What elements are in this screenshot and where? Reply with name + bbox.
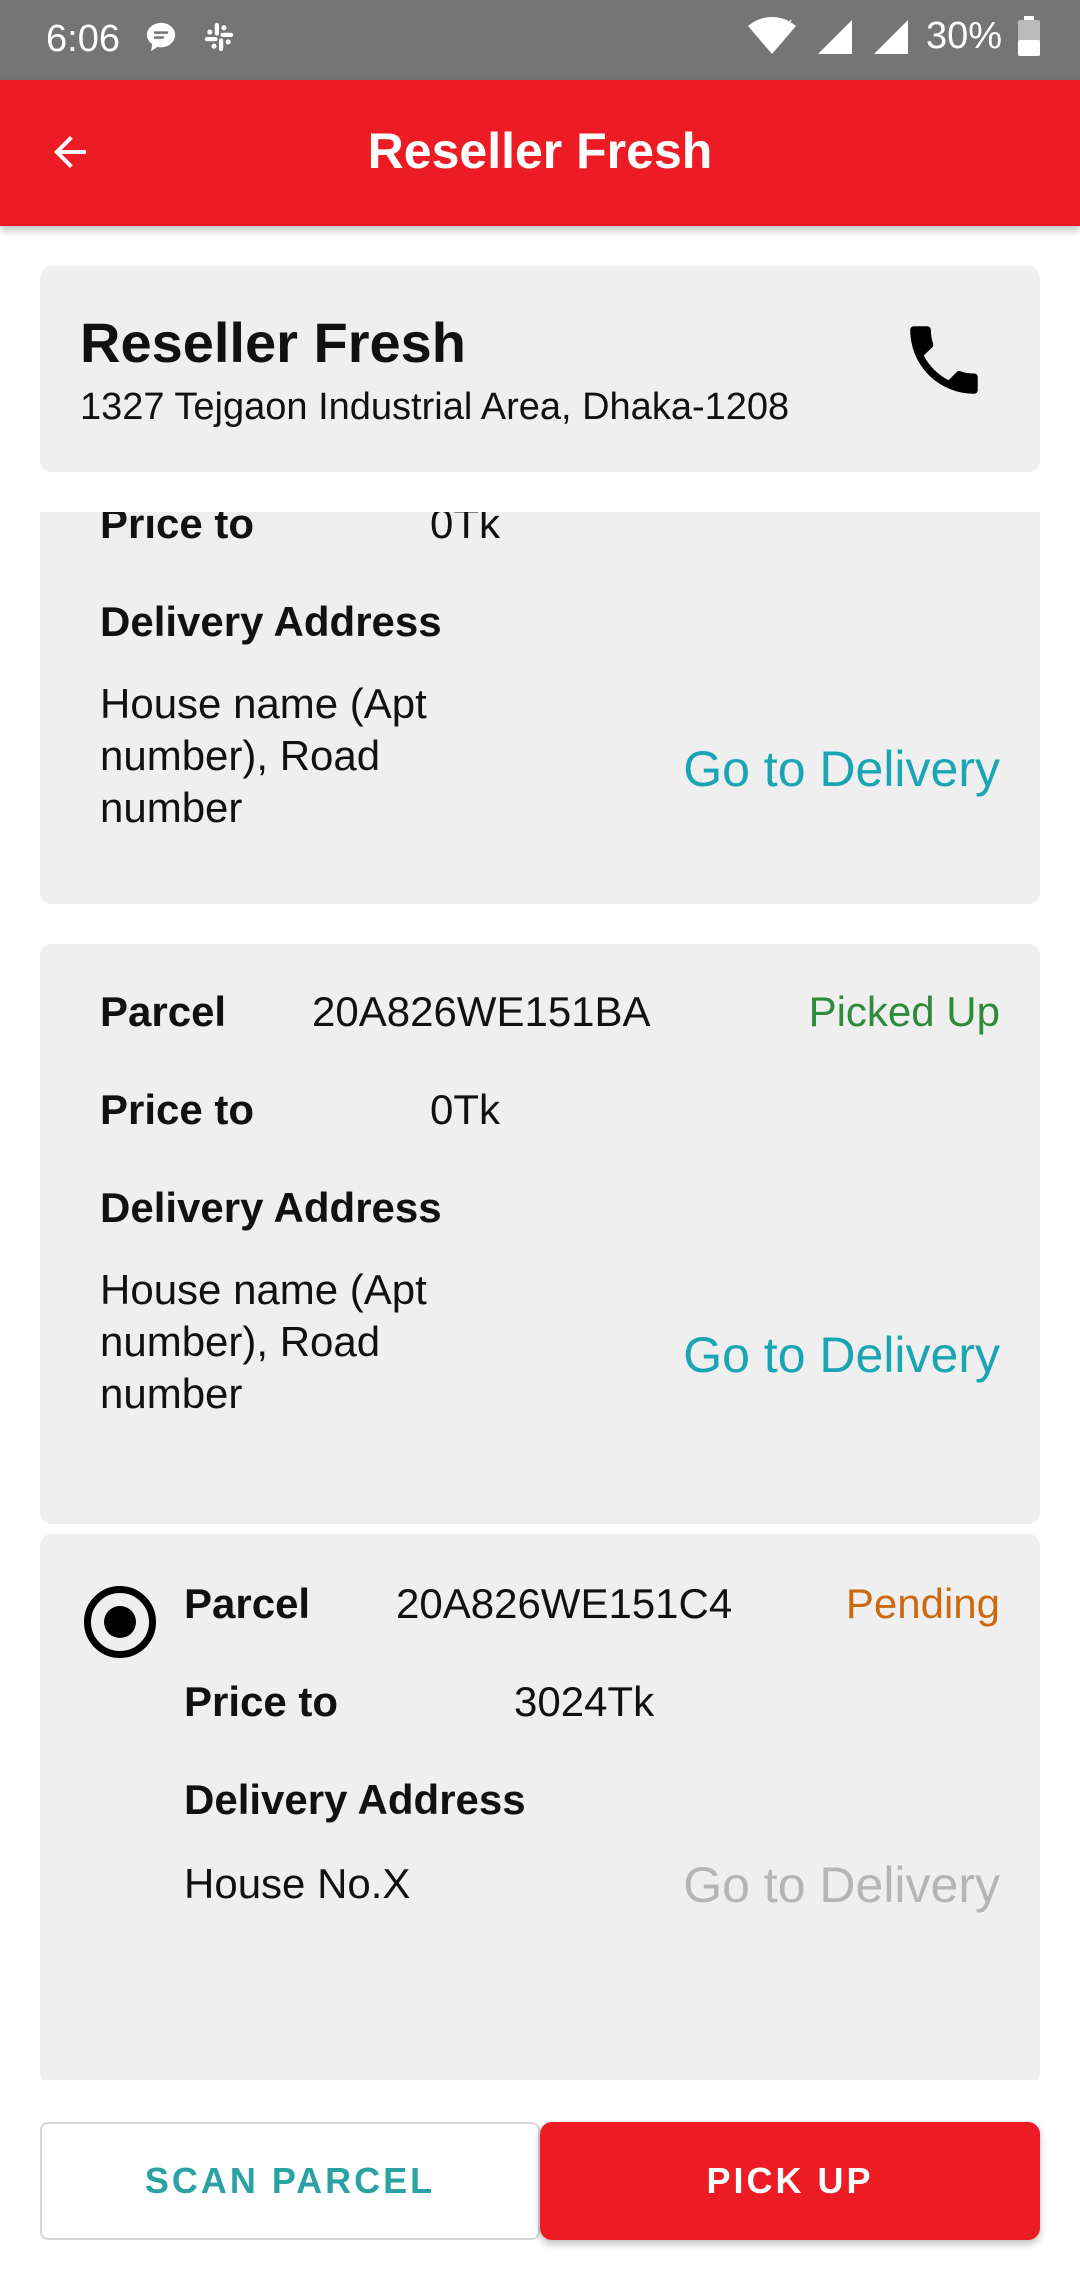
shop-address: 1327 Tejgaon Industrial Area, Dhaka-1208 [80, 386, 790, 428]
delivery-address-label: Delivery Address [184, 1776, 526, 1823]
parcel-id: 20A826WE151BA [312, 988, 651, 1035]
price-value: 0Tk [430, 512, 501, 547]
signal-icon-2 [873, 20, 908, 54]
wifi-icon: x [747, 16, 796, 54]
delivery-address-value: House name (Apt number), Road number [100, 680, 427, 831]
parcel-label: Parcel [100, 988, 227, 1035]
parcel-id: 20A826WE151C4 [396, 1580, 733, 1627]
svg-text:x: x [784, 16, 792, 32]
scan-parcel-button[interactable]: SCAN PARCEL [40, 2122, 540, 2240]
battery-percent: 30% [925, 14, 1002, 57]
parcel-label: Parcel [184, 1580, 311, 1627]
app-bar: Reseller Fresh [0, 80, 1080, 226]
status-badge: Picked Up [808, 988, 1000, 1035]
parcel-card[interactable]: Parcel 20A826WE151C4 Pending Price to 30… [40, 1534, 1040, 2080]
select-radio[interactable] [84, 1586, 156, 1658]
radio-checked-dot [104, 1606, 136, 1638]
parcel-list[interactable]: Price to 0Tk Delivery Address House name… [0, 512, 1080, 2080]
price-label: Price to [184, 1678, 339, 1725]
go-to-delivery-link[interactable]: Go to Delivery [683, 1326, 1000, 1384]
phone-icon [910, 326, 978, 394]
price-label: Price to [100, 512, 255, 547]
status-badge: Pending [845, 1580, 1000, 1627]
battery-icon [1018, 16, 1040, 56]
delivery-address-label: Delivery Address [100, 1184, 442, 1231]
system-icons: x 30% [746, 14, 1040, 58]
shop-header-card: Reseller Fresh 1327 Tejgaon Industrial A… [40, 266, 1040, 472]
status-bar: 6:06 x 30% [0, 0, 1080, 80]
bottom-action-bar: SCAN PARCEL PICK UP [0, 2100, 1080, 2280]
parcel-card[interactable]: Price to 0Tk Delivery Address House name… [40, 512, 1040, 904]
delivery-address-label: Delivery Address [100, 598, 442, 645]
price-value: 3024Tk [514, 1678, 655, 1725]
notification-icons [144, 20, 236, 54]
delivery-address-value: House name (Apt number), Road number [100, 1266, 427, 1417]
page-title: Reseller Fresh [367, 123, 713, 179]
go-to-delivery-link[interactable]: Go to Delivery [683, 740, 1000, 798]
parcel-card[interactable]: Parcel 20A826WE151BA Picked Up Price to … [40, 944, 1040, 1524]
price-value: 0Tk [430, 1086, 501, 1133]
signal-icon [817, 20, 852, 54]
go-to-delivery-link[interactable]: Go to Delivery [683, 1856, 1000, 1914]
status-time: 6:06 [46, 18, 120, 60]
slack-icon [204, 22, 234, 52]
call-button[interactable] [896, 312, 992, 408]
delivery-address-value: House No.X [184, 1860, 411, 1907]
chat-notification-icon [146, 22, 176, 52]
shop-name: Reseller Fresh [80, 311, 466, 374]
price-label: Price to [100, 1086, 255, 1133]
pick-up-button[interactable]: PICK UP [540, 2122, 1040, 2240]
